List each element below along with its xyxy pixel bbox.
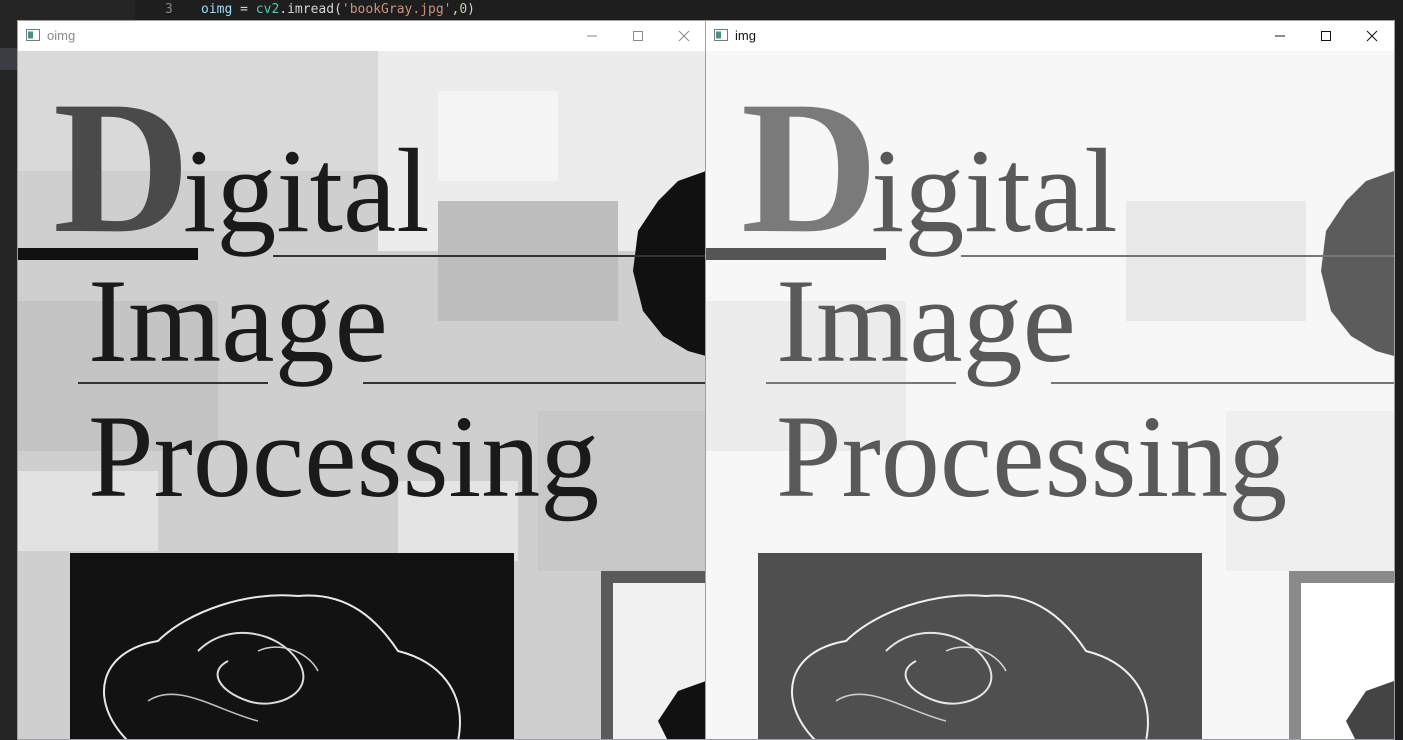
window-titlebar[interactable]: oimg — [18, 21, 706, 51]
code-token-variable: oimg — [201, 2, 233, 17]
window-title: img — [735, 28, 756, 43]
book-cover-image: D igital Image Processing — [18, 51, 706, 739]
book-cover-image: D igital Image Processing — [706, 51, 1394, 739]
cover-title-line1: igital — [871, 124, 1118, 257]
close-button[interactable] — [661, 21, 706, 51]
minimize-icon — [1275, 35, 1285, 37]
code-token-module: cv2 — [255, 2, 280, 17]
window-titlebar[interactable]: img — [706, 21, 1394, 51]
cover-dropcap: D — [53, 63, 190, 273]
image-window-img[interactable]: img D igital Image Processing — [705, 20, 1395, 740]
code-token-call: .imread( — [279, 2, 342, 17]
close-icon — [1366, 30, 1378, 42]
maximize-icon — [1321, 31, 1331, 41]
close-button[interactable] — [1349, 21, 1394, 51]
maximize-button[interactable] — [615, 21, 661, 51]
cover-title-line2: Image — [776, 254, 1076, 387]
image-canvas[interactable]: D igital Image Processing — [706, 51, 1394, 739]
code-token-number: 0 — [459, 2, 468, 17]
cover-title-line3: Processing — [776, 391, 1287, 522]
close-icon — [678, 30, 690, 42]
minimize-button[interactable] — [1257, 21, 1303, 51]
maximize-icon — [633, 31, 643, 41]
minimize-button[interactable] — [569, 21, 615, 51]
cover-title-line2: Image — [88, 254, 388, 387]
maximize-button[interactable] — [1303, 21, 1349, 51]
window-title: oimg — [47, 28, 76, 43]
cover-title-line1: igital — [183, 124, 430, 257]
cover-title-line3: Processing — [88, 391, 599, 522]
line-number: 3 — [165, 2, 173, 17]
cover-dropcap: D — [741, 63, 878, 273]
code-line-3[interactable]: 3 oimg = cv2.imread('bookGray.jpg',0) — [135, 0, 1403, 20]
code-token-close: ) — [467, 2, 475, 17]
image-canvas[interactable]: D igital Image Processing — [18, 51, 706, 739]
code-text[interactable]: oimg = cv2.imread('bookGray.jpg',0) — [201, 1, 475, 19]
code-token-operator: = — [232, 2, 256, 17]
current-line-marker — [0, 48, 18, 70]
app-window-icon — [26, 29, 40, 41]
image-window-oimg[interactable]: oimg D igital Image Processing — [17, 20, 707, 740]
minimize-icon — [587, 35, 597, 37]
code-token-string: 'bookGray.jpg' — [341, 2, 452, 17]
app-window-icon — [714, 29, 728, 41]
